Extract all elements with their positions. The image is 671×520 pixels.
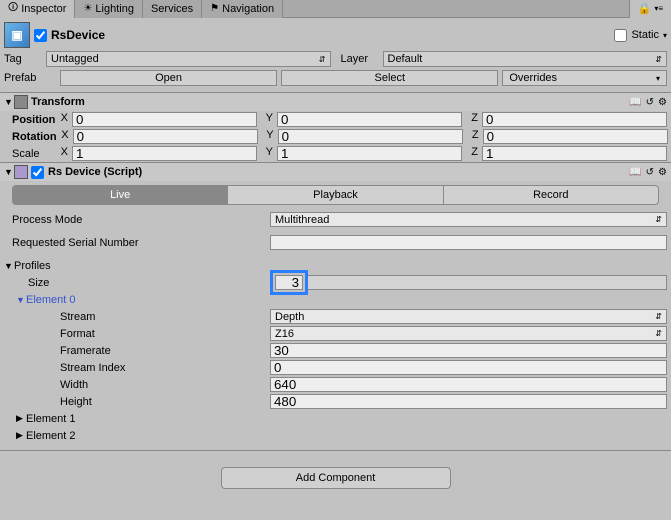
tab-navigation-label: Navigation (222, 3, 274, 15)
format-dropdown[interactable]: Z16⇵ (270, 326, 667, 341)
process-mode-dropdown[interactable]: Multithread⇵ (270, 212, 667, 227)
element0-foldout[interactable]: ▼ (16, 295, 26, 305)
chevron-updown-icon: ⇵ (655, 215, 662, 224)
add-component-button[interactable]: Add Component (221, 467, 451, 489)
layer-label: Layer (341, 53, 379, 65)
size-label: Size (12, 277, 270, 289)
scale-x-input[interactable] (72, 146, 257, 161)
static-dropdown-icon[interactable]: ▾ (663, 31, 667, 40)
stream-dropdown[interactable]: Depth⇵ (270, 309, 667, 324)
element0-label: Element 0 (26, 294, 284, 306)
tab-services[interactable]: Services (143, 0, 202, 18)
position-x-input[interactable] (72, 112, 257, 127)
position-label: Position (12, 114, 56, 126)
mode-playback-tab[interactable]: Playback (228, 185, 443, 205)
transform-foldout[interactable]: ▼ (4, 97, 14, 107)
prefab-open-button[interactable]: Open (60, 70, 277, 86)
profiles-foldout[interactable]: ▼ (4, 261, 14, 271)
element1-foldout[interactable]: ▶ (16, 413, 26, 424)
size-highlight-box (270, 270, 308, 295)
layer-dropdown[interactable]: Default ⇵ (383, 51, 668, 67)
script-icon (14, 165, 28, 179)
gear-icon[interactable]: ⚙ (658, 167, 667, 178)
tab-lighting-label: Lighting (95, 3, 134, 15)
rotation-label: Rotation (12, 131, 57, 143)
lock-icon: 🔒 (638, 2, 652, 15)
axis-z: Z (466, 112, 478, 127)
rotation-x-input[interactable] (73, 129, 258, 144)
element2-foldout[interactable]: ▶ (16, 430, 26, 441)
navigation-icon: ⚑ (210, 3, 219, 14)
transform-icon (14, 95, 28, 109)
stream-index-label: Stream Index (12, 362, 270, 374)
framerate-input[interactable] (270, 343, 667, 358)
scale-z-input[interactable] (482, 146, 667, 161)
gear-icon[interactable]: ⚙ (658, 97, 667, 108)
tab-services-label: Services (151, 3, 193, 15)
width-input[interactable] (270, 377, 667, 392)
mode-live-tab[interactable]: Live (12, 185, 228, 205)
process-mode-label: Process Mode (12, 214, 270, 226)
stream-label: Stream (12, 311, 270, 323)
stream-index-input[interactable] (270, 360, 667, 375)
axis-x: X (56, 112, 68, 127)
rsdevice-title: Rs Device (Script) (48, 166, 629, 178)
tab-lighting[interactable]: ☀Lighting (75, 0, 143, 18)
scale-label: Scale (12, 148, 56, 160)
tag-dropdown[interactable]: Untagged ⇵ (46, 51, 331, 67)
framerate-label: Framerate (12, 345, 270, 357)
chevron-updown-icon: ⇵ (655, 329, 662, 338)
rotation-y-input[interactable] (278, 129, 463, 144)
serial-label: Requested Serial Number (12, 237, 270, 249)
rotation-z-input[interactable] (483, 129, 668, 144)
height-label: Height (12, 396, 270, 408)
reset-icon[interactable]: ↺ (646, 167, 654, 178)
tab-navigation[interactable]: ⚑Navigation (202, 0, 283, 18)
prefab-overrides-dropdown[interactable]: Overrides▾ (502, 70, 667, 86)
scale-y-input[interactable] (277, 146, 462, 161)
help-icon[interactable]: 📖 (629, 167, 641, 178)
chevron-updown-icon: ⇵ (319, 55, 326, 64)
tab-inspector[interactable]: 🛈Inspector (0, 0, 75, 18)
prefab-label: Prefab (4, 72, 56, 84)
height-input[interactable] (270, 394, 667, 409)
width-label: Width (12, 379, 270, 391)
chevron-updown-icon: ⇵ (655, 55, 662, 64)
static-label: Static (631, 29, 659, 41)
serial-input[interactable] (270, 235, 667, 250)
inspector-icon: 🛈 (8, 0, 18, 17)
rsdevice-enabled-checkbox[interactable] (31, 166, 44, 179)
position-z-input[interactable] (482, 112, 667, 127)
help-icon[interactable]: 📖 (629, 97, 641, 108)
menu-dropdown-icon: ▾≡ (654, 4, 663, 13)
size-input[interactable] (275, 275, 303, 290)
object-name[interactable]: RsDevice (51, 28, 610, 42)
prefab-icon: ▣ (4, 22, 30, 48)
mode-record-tab[interactable]: Record (444, 185, 659, 205)
size-slider-area[interactable] (308, 275, 667, 290)
axis-y: Y (261, 112, 273, 127)
static-checkbox[interactable] (614, 29, 627, 42)
transform-title: Transform (31, 96, 629, 108)
element1-label: Element 1 (26, 413, 284, 425)
lock-button[interactable]: 🔒▾≡ (629, 0, 671, 18)
profiles-label: Profiles (14, 260, 272, 272)
format-label: Format (12, 328, 270, 340)
prefab-select-button[interactable]: Select (281, 70, 498, 86)
lighting-icon: ☀ (83, 3, 92, 14)
position-y-input[interactable] (277, 112, 462, 127)
reset-icon[interactable]: ↺ (646, 97, 654, 108)
element2-label: Element 2 (26, 430, 284, 442)
layer-value: Default (388, 53, 423, 65)
object-active-checkbox[interactable] (34, 29, 47, 42)
chevron-updown-icon: ⇵ (655, 312, 662, 321)
rsdevice-foldout[interactable]: ▼ (4, 167, 14, 177)
tag-label: Tag (4, 53, 42, 65)
chevron-down-icon: ▾ (656, 74, 660, 83)
tag-value: Untagged (51, 53, 99, 65)
tab-inspector-label: Inspector (21, 3, 66, 15)
